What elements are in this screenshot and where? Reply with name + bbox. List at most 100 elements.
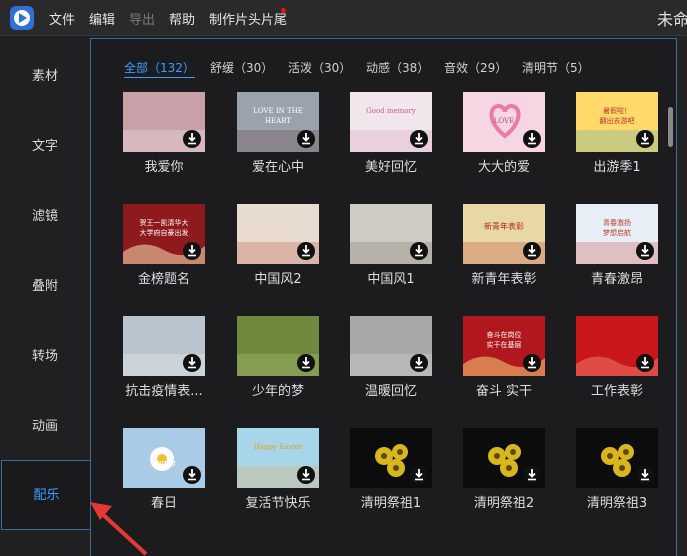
music-card[interactable]: 抗击疫情表... <box>123 316 205 416</box>
music-card-label: 中国风1 <box>367 272 415 287</box>
music-card[interactable]: 少年的梦 <box>237 316 319 416</box>
music-card[interactable]: 温暖回忆 <box>350 316 432 416</box>
music-card[interactable]: Happy Easter 复活节快乐 <box>237 428 319 528</box>
music-card[interactable]: 我爱你 <box>123 92 205 192</box>
music-thumbnail <box>576 428 658 488</box>
music-thumbnail <box>350 316 432 376</box>
menu-edit[interactable]: 编辑 <box>89 9 115 28</box>
music-thumbnail: LOVE <box>463 92 545 152</box>
music-card[interactable]: 新青年表彰 新青年表彰 <box>463 204 545 304</box>
thumbnail-text: LOVE IN THE HEART <box>253 107 303 125</box>
download-icon[interactable] <box>297 466 315 484</box>
tab-all[interactable]: 全部（132） <box>124 59 195 78</box>
download-icon[interactable] <box>297 130 315 148</box>
menu-export: 导出 <box>129 13 156 28</box>
music-thumbnail: 暑假啦！ 翻出去游吧 <box>576 92 658 152</box>
tab-qingming[interactable]: 清明节（5） <box>522 59 590 76</box>
music-thumbnail <box>123 316 205 376</box>
download-icon[interactable] <box>523 354 541 372</box>
music-thumbnail: Good memory <box>350 92 432 152</box>
music-card[interactable]: 清明祭祖1 <box>350 428 432 528</box>
app-logo-icon[interactable] <box>10 6 34 30</box>
tab-dynamic[interactable]: 动感（38） <box>366 59 429 76</box>
music-thumbnail: Happy Easter <box>237 428 319 488</box>
download-icon[interactable] <box>183 242 201 260</box>
download-icon[interactable] <box>636 354 654 372</box>
menu-file[interactable]: 文件 <box>49 9 75 28</box>
tab-sound-effects[interactable]: 音效（29） <box>444 59 507 76</box>
sidebar: 素材 文字 滤镜 叠附 转场 动画 配乐 <box>0 37 91 556</box>
download-icon[interactable] <box>636 130 654 148</box>
music-card-label: 工作表彰 <box>590 384 643 399</box>
notification-dot <box>281 8 286 13</box>
thumbnail-text: Good memory <box>366 107 416 115</box>
music-card-label: 奋斗 实干 <box>475 384 533 399</box>
thumbnail-text: 新青年表彰 <box>484 222 524 231</box>
sidebar-item-filter[interactable]: 滤镜 <box>0 182 90 252</box>
music-card-label: 抗击疫情表... <box>125 384 203 399</box>
tab-soothing[interactable]: 舒缓（30） <box>210 59 273 76</box>
download-icon[interactable] <box>636 242 654 260</box>
download-icon[interactable] <box>410 354 428 372</box>
download-icon[interactable] <box>410 130 428 148</box>
music-card-label: 清明祭祖3 <box>586 496 648 511</box>
download-icon[interactable] <box>410 242 428 260</box>
music-card-label: 复活节快乐 <box>245 496 311 511</box>
download-icon[interactable] <box>410 466 428 484</box>
music-card-label: 清明祭祖1 <box>360 496 422 511</box>
music-card[interactable]: 暑假啦！ 翻出去游吧 出游季1 <box>576 92 658 192</box>
music-thumbnail <box>463 428 545 488</box>
music-thumbnail <box>237 316 319 376</box>
download-icon[interactable] <box>183 130 201 148</box>
music-card[interactable]: 中国风2 <box>237 204 319 304</box>
music-card[interactable]: 青春激扬 梦想启航 青春激昂 <box>576 204 658 304</box>
music-card[interactable]: 清明祭祖2 <box>463 428 545 528</box>
window-title: 未命 <box>657 10 687 29</box>
music-thumbnail: 新青年表彰 <box>463 204 545 264</box>
music-card[interactable]: 奋斗在岗位 实干在基层 奋斗 实干 <box>463 316 545 416</box>
sidebar-item-animation[interactable]: 动画 <box>0 392 90 462</box>
panel-right-strip <box>677 36 687 556</box>
music-card-label: 少年的梦 <box>251 384 304 399</box>
sidebar-item-text[interactable]: 文字 <box>0 112 90 182</box>
download-icon[interactable] <box>523 466 541 484</box>
download-icon[interactable] <box>183 466 201 484</box>
music-card-label: 我爱你 <box>144 160 184 175</box>
thumbnail-text: 暑假啦！ 翻出去游吧 <box>599 107 635 125</box>
music-thumbnail <box>350 428 432 488</box>
scrollbar-track[interactable] <box>668 104 673 534</box>
download-icon[interactable] <box>523 130 541 148</box>
music-thumbnail: LOVE IN THE HEART <box>237 92 319 152</box>
thumbnail-text: 青春激扬 梦想启航 <box>603 219 631 237</box>
music-card-label: 青春激昂 <box>590 272 643 287</box>
music-card[interactable]: 清明祭祖3 <box>576 428 658 528</box>
music-card-label: 爱在心中 <box>251 160 304 175</box>
music-card-label: 金榜题名 <box>137 272 190 287</box>
sidebar-item-music[interactable]: 配乐 <box>1 460 91 530</box>
music-card[interactable]: 工作表彰 <box>576 316 658 416</box>
music-card[interactable]: 中国风1 <box>350 204 432 304</box>
scrollbar-thumb[interactable] <box>668 107 673 147</box>
thumbnail-text: 奋斗在岗位 实干在基层 <box>486 331 522 349</box>
music-card[interactable]: Good memory 美好回忆 <box>350 92 432 192</box>
sidebar-item-transition[interactable]: 转场 <box>0 322 90 392</box>
thumbnail-decoration <box>596 438 640 486</box>
download-icon[interactable] <box>523 242 541 260</box>
tab-lively[interactable]: 活泼（30） <box>288 59 351 76</box>
music-thumbnail <box>237 204 319 264</box>
download-icon[interactable] <box>297 354 315 372</box>
download-icon[interactable] <box>183 354 201 372</box>
menu-help[interactable]: 帮助 <box>169 9 195 28</box>
music-card-label: 美好回忆 <box>364 160 417 175</box>
sidebar-item-overlay[interactable]: 叠附 <box>0 252 90 322</box>
music-card[interactable]: 贺王一凯清华大 大学府自豪出发 金榜题名 <box>123 204 205 304</box>
music-card[interactable]: LOVE IN THE HEART 爱在心中 <box>237 92 319 192</box>
download-icon[interactable] <box>297 242 315 260</box>
thumbnail-text: 贺王一凯清华大 大学府自豪出发 <box>139 219 189 237</box>
download-icon[interactable] <box>636 466 654 484</box>
music-card-label: 新青年表彰 <box>471 272 537 287</box>
music-thumbnail <box>576 316 658 376</box>
music-card[interactable]: LOVE 大大的爱 <box>463 92 545 192</box>
sidebar-item-material[interactable]: 素材 <box>0 42 90 112</box>
menu-make-intro-outro[interactable]: 制作片头片尾 <box>209 9 287 28</box>
